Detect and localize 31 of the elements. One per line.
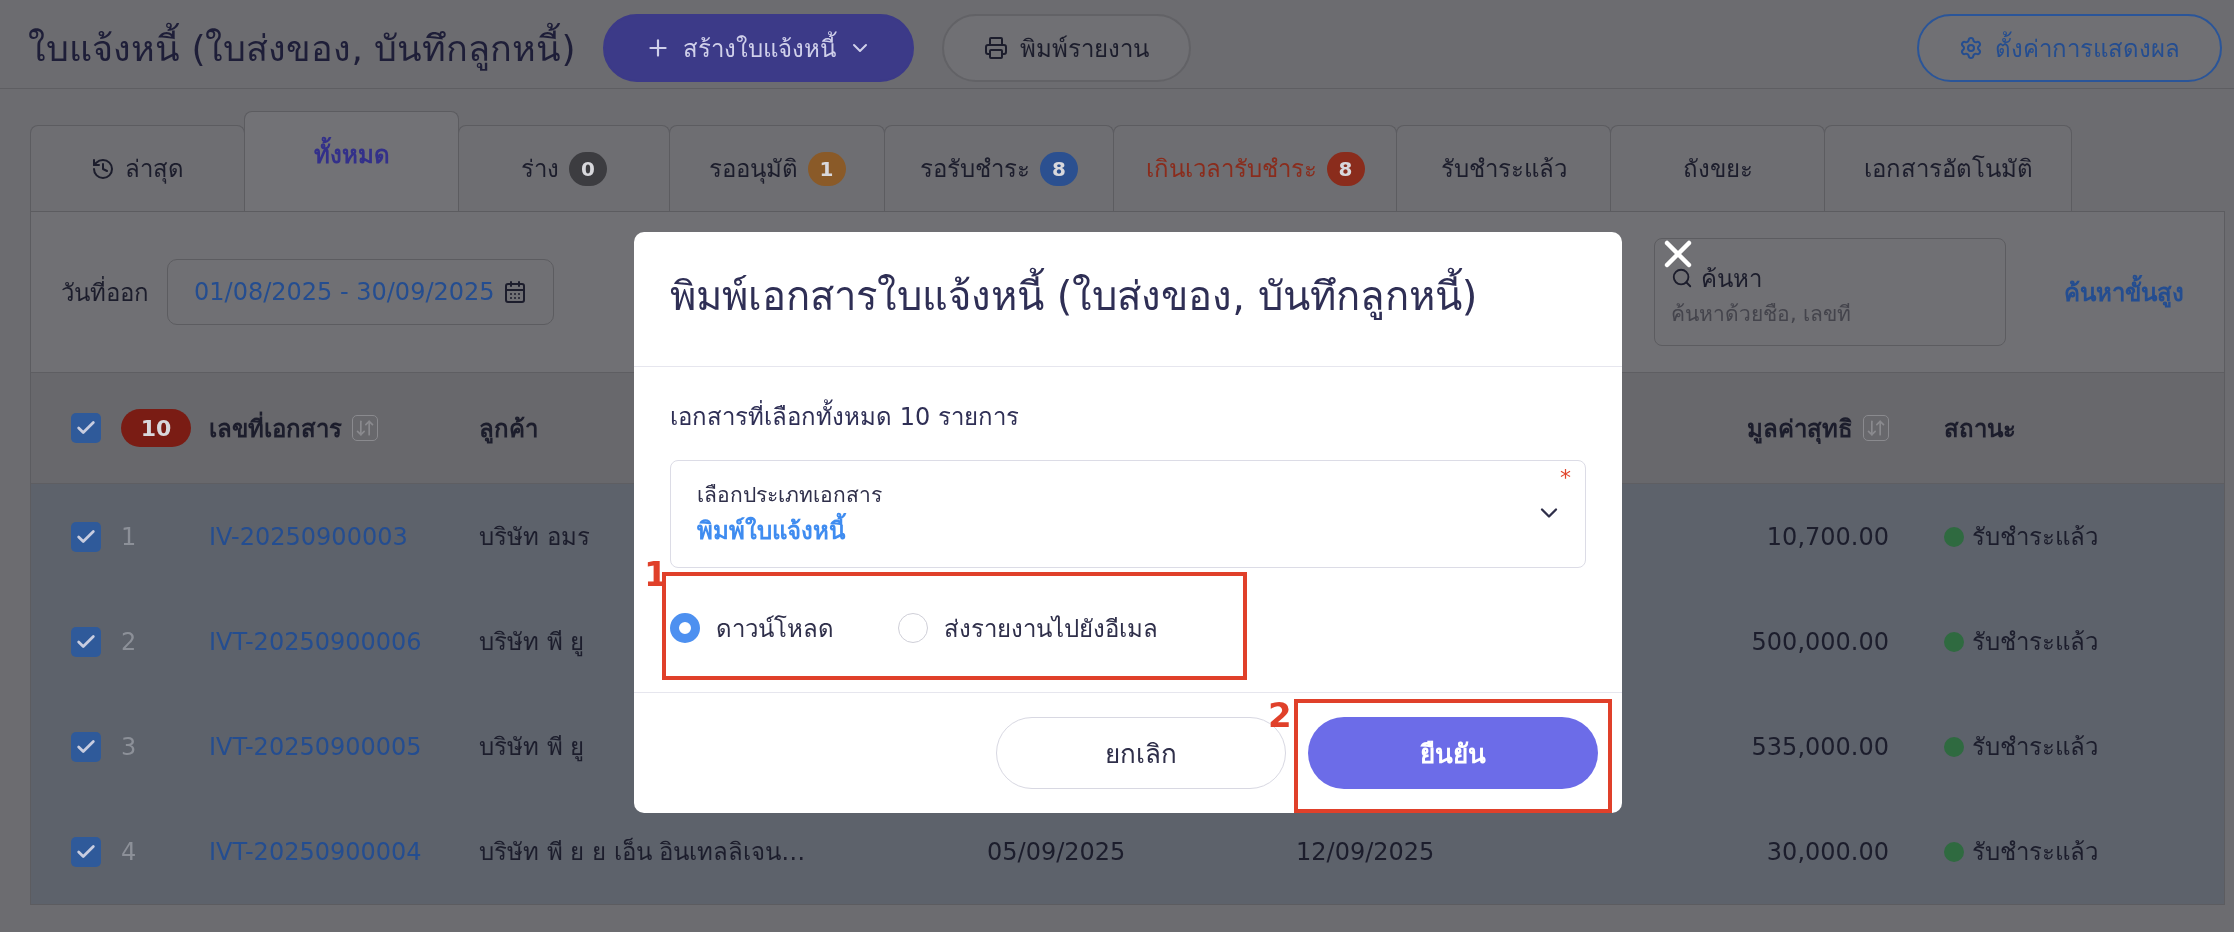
customer-cell-text: บริษัท พี ยู xyxy=(479,627,585,659)
amount-cell-text: 535,000.00 xyxy=(1751,732,1890,761)
selected-count-badge: 10 xyxy=(121,409,191,447)
count-badge: 8 xyxy=(1326,151,1365,186)
status-text: รับชำระแล้ว xyxy=(1972,732,2098,763)
column-header: ลูกค้า xyxy=(479,413,538,446)
customer-cell-text: บริษัท พี ยู xyxy=(479,732,585,764)
dialog-title: พิมพ์เอกสารใบแจ้งหนี้ (ใบส่งของ, บันทึกลูกหนี้) xyxy=(634,232,1622,367)
status-text: รับชำระแล้ว xyxy=(1972,627,2098,658)
customer-cell-text: บริษัท พี ย ย เอ็น อินเทลลิเจน… xyxy=(479,836,806,868)
amount-cell-text: 30,000.00 xyxy=(1766,837,1890,866)
search-label: ค้นหา xyxy=(1701,263,1762,295)
date-cell: 05/09/2025 xyxy=(987,837,1126,866)
count-badge: 1 xyxy=(807,151,846,186)
amount-cell-text: 500,000.00 xyxy=(1751,627,1890,656)
select-value: พิมพ์ใบแจ้งหนี้ xyxy=(697,511,1559,550)
column-header: มูลค่าสุทธิ xyxy=(1747,408,1899,448)
date-cell: 12/09/2025 xyxy=(1296,837,1435,866)
required-asterisk: * xyxy=(1560,465,1571,490)
amount-cell-text: 10,700.00 xyxy=(1766,522,1890,551)
customer-cell-text: บริษัท อมร xyxy=(479,522,590,553)
status-text: รับชำระแล้ว xyxy=(1972,837,2098,868)
date-filter-label: วันที่ออก xyxy=(61,275,149,309)
count-badge: 0 xyxy=(569,151,607,186)
count-badge: 8 xyxy=(1040,151,1078,186)
page-title: ใบแจ้งหนี้ (ใบส่งของ, บันทึกลูกหนี้) xyxy=(28,19,576,77)
status-text: รับชำระแล้ว xyxy=(1972,522,2098,553)
selection-summary: เอกสารที่เลือกทั้งหมด 10 รายการ xyxy=(670,397,1586,436)
select-label: เลือกประเภทเอกสาร xyxy=(697,482,883,509)
column-header: สถานะ xyxy=(1943,413,2016,445)
column-header: เลขที่เอกสาร xyxy=(209,408,378,448)
